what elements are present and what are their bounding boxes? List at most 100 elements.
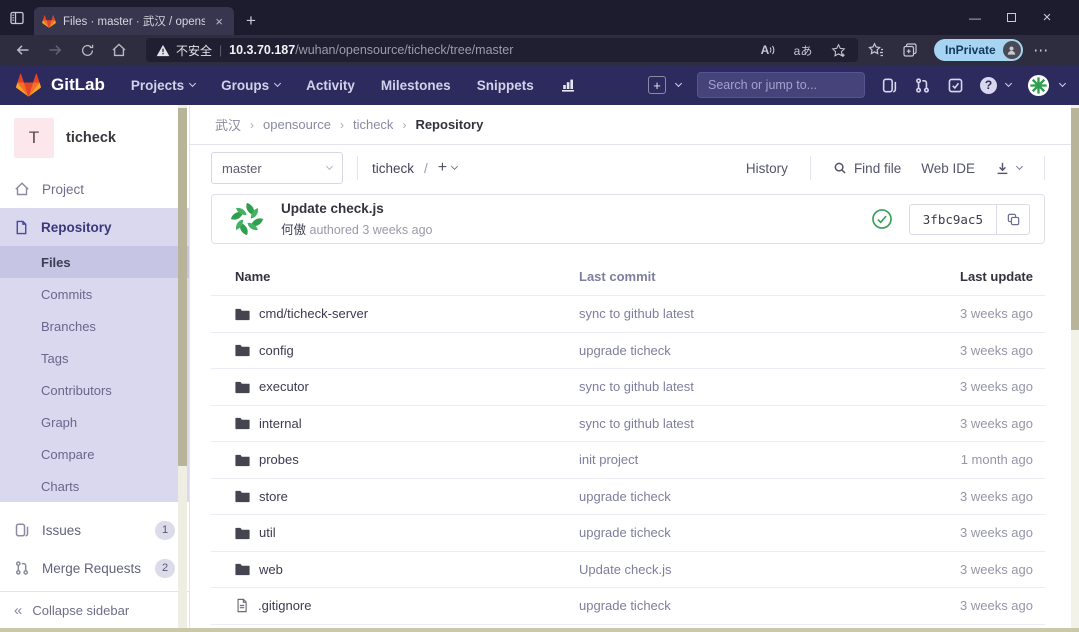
- browser-menu-button[interactable]: ⋯: [1025, 37, 1057, 63]
- table-row[interactable]: util upgrade ticheck 3 weeks ago: [211, 515, 1045, 552]
- window-maximize-button[interactable]: [993, 0, 1029, 35]
- collapse-sidebar-button[interactable]: « Collapse sidebar: [0, 591, 189, 628]
- sidebar-item-project[interactable]: Project: [0, 170, 189, 208]
- collections-button[interactable]: [894, 37, 926, 63]
- table-row[interactable]: .gitignore upgrade ticheck 3 weeks ago: [211, 588, 1045, 625]
- todos-nav-button[interactable]: [947, 77, 964, 94]
- horizontal-scrollbar[interactable]: [0, 628, 1079, 632]
- nav-item-snippets[interactable]: Snippets: [477, 78, 534, 93]
- merge-request-icon: [914, 77, 931, 94]
- download-button[interactable]: [995, 161, 1022, 176]
- file-name-link[interactable]: .gitignore: [258, 598, 311, 613]
- user-menu-button[interactable]: [1027, 74, 1065, 97]
- pipeline-passed-icon[interactable]: [871, 208, 893, 230]
- new-tab-button[interactable]: +: [234, 11, 270, 35]
- last-commit-link[interactable]: sync to github latest: [579, 306, 895, 321]
- favorites-button[interactable]: [860, 37, 892, 63]
- sidebar-subitem[interactable]: Files: [0, 246, 189, 278]
- window-close-button[interactable]: ×: [1029, 0, 1065, 35]
- sidebar-subitem[interactable]: Contributors: [0, 374, 189, 406]
- sidebar-item-repository[interactable]: Repository: [0, 208, 189, 246]
- tab-close-icon[interactable]: ×: [212, 14, 226, 29]
- search-input[interactable]: [708, 78, 869, 92]
- issues-nav-button[interactable]: [881, 77, 898, 94]
- project-header[interactable]: T ticheck: [0, 105, 189, 170]
- browser-tab[interactable]: Files · master · 武汉 / opensourc ×: [34, 7, 234, 35]
- gitlab-brand-text: GitLab: [51, 75, 105, 95]
- table-row[interactable]: web Update check.js 3 weeks ago: [211, 552, 1045, 589]
- last-commit-link[interactable]: upgrade ticheck: [579, 343, 895, 358]
- file-name-link[interactable]: store: [259, 489, 288, 504]
- gitlab-logo[interactable]: GitLab: [16, 73, 105, 97]
- web-ide-button[interactable]: Web IDE: [921, 161, 975, 176]
- last-commit-link[interactable]: upgrade ticheck: [579, 598, 895, 613]
- sidebar-item-issues[interactable]: Issues 1: [0, 511, 189, 549]
- sidebar-subitem[interactable]: Branches: [0, 310, 189, 342]
- commit-author-link[interactable]: 何傲: [281, 223, 306, 237]
- last-commit-link[interactable]: init project: [579, 452, 895, 467]
- forward-button[interactable]: [40, 37, 70, 63]
- merge-requests-nav-button[interactable]: [914, 77, 931, 94]
- file-name-link[interactable]: cmd/ticheck-server: [259, 306, 368, 321]
- copy-sha-button[interactable]: [997, 204, 1030, 235]
- translate-button[interactable]: aあ: [789, 38, 817, 62]
- file-name-link[interactable]: probes: [259, 452, 299, 467]
- breadcrumb-item[interactable]: opensource: [263, 117, 331, 132]
- sidebar-subitem-label: Graph: [41, 415, 77, 430]
- folder-icon: [235, 380, 250, 394]
- file-name-link[interactable]: web: [259, 562, 283, 577]
- refresh-button[interactable]: [72, 37, 102, 63]
- table-row[interactable]: probes init project 1 month ago: [211, 442, 1045, 479]
- branch-selector[interactable]: master: [211, 152, 343, 184]
- add-favorite-button[interactable]: [824, 38, 852, 62]
- nav-item-milestones[interactable]: Milestones: [381, 78, 451, 93]
- sidebar-item-merge-requests[interactable]: Merge Requests 2: [0, 549, 189, 587]
- sidebar-subitem[interactable]: Graph: [0, 406, 189, 438]
- tab-actions-button[interactable]: [0, 0, 34, 35]
- page-scrollbar-thumb[interactable]: [1071, 108, 1079, 330]
- find-file-button[interactable]: Find file: [833, 161, 901, 176]
- file-name-link[interactable]: util: [259, 525, 276, 540]
- window-minimize-button[interactable]: —: [957, 0, 993, 35]
- table-row[interactable]: config upgrade ticheck 3 weeks ago: [211, 333, 1045, 370]
- nav-item-groups[interactable]: Groups: [221, 78, 280, 93]
- inprivate-badge[interactable]: InPrivate: [934, 39, 1023, 61]
- last-commit-link[interactable]: upgrade ticheck: [579, 525, 895, 540]
- security-warning[interactable]: 不安全: [156, 42, 212, 59]
- table-row[interactable]: executor sync to github latest 3 weeks a…: [211, 369, 1045, 406]
- last-commit-link[interactable]: upgrade ticheck: [579, 489, 895, 504]
- file-name-link[interactable]: internal: [259, 416, 302, 431]
- sidebar-scrollbar[interactable]: [178, 105, 187, 632]
- search-box[interactable]: [697, 72, 865, 98]
- path-root[interactable]: ticheck: [372, 161, 414, 176]
- breadcrumb-item[interactable]: 武汉: [215, 115, 241, 134]
- add-file-button[interactable]: +: [438, 159, 457, 177]
- table-row[interactable]: internal sync to github latest 3 weeks a…: [211, 406, 1045, 443]
- last-commit-link[interactable]: Update check.js: [579, 562, 895, 577]
- sidebar-subitem[interactable]: Tags: [0, 342, 189, 374]
- back-button[interactable]: [8, 37, 38, 63]
- sidebar-scrollbar-thumb[interactable]: [178, 108, 187, 466]
- history-button[interactable]: History: [746, 161, 788, 176]
- nav-item-charts[interactable]: [560, 77, 576, 93]
- nav-item-activity[interactable]: Activity: [306, 78, 355, 93]
- table-row[interactable]: store upgrade ticheck 3 weeks ago: [211, 479, 1045, 516]
- address-field[interactable]: 不安全 | 10.3.70.187/wuhan/opensource/tiche…: [146, 38, 858, 62]
- sidebar-subitem[interactable]: Compare: [0, 438, 189, 470]
- table-row[interactable]: cmd/ticheck-server sync to github latest…: [211, 296, 1045, 333]
- last-commit-link[interactable]: sync to github latest: [579, 379, 895, 394]
- commit-title-link[interactable]: Update check.js: [281, 201, 433, 216]
- breadcrumb-item[interactable]: ticheck: [353, 117, 393, 132]
- last-commit-link[interactable]: sync to github latest: [579, 416, 895, 431]
- file-name-cell: cmd/ticheck-server: [211, 306, 579, 321]
- read-aloud-button[interactable]: A: [754, 38, 782, 62]
- page-scrollbar[interactable]: [1071, 105, 1079, 632]
- nav-item-projects[interactable]: Projects: [131, 78, 195, 93]
- sidebar-subitem[interactable]: Charts: [0, 470, 189, 502]
- file-name-link[interactable]: executor: [259, 379, 309, 394]
- home-button[interactable]: [104, 37, 134, 63]
- new-menu-button[interactable]: +: [648, 76, 681, 94]
- sidebar-subitem[interactable]: Commits: [0, 278, 189, 310]
- file-name-link[interactable]: config: [259, 343, 294, 358]
- help-menu-button[interactable]: ?: [980, 77, 1011, 94]
